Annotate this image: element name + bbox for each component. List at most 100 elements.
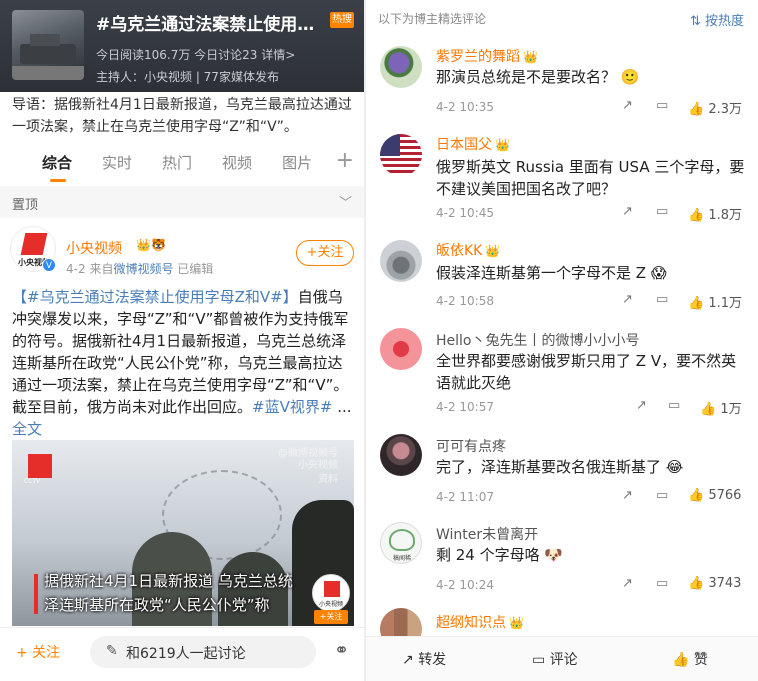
like-button[interactable]: 👍 1万 <box>700 398 742 417</box>
post-body: 【#乌克兰通过法案禁止使用字母Z和V#】自俄乌冲突爆发以来，字母“Z”和“V”都… <box>12 288 352 438</box>
thumbs-up-icon: 👍 <box>688 488 705 503</box>
share-icon[interactable]: ↗ <box>622 292 633 307</box>
avatar[interactable] <box>380 328 422 370</box>
avatar[interactable] <box>380 46 422 88</box>
comment-icon[interactable]: ▭ <box>656 576 668 591</box>
tab-realtime[interactable]: 实时 <box>102 152 132 173</box>
comment-date: 4-2 11:07 <box>436 490 494 504</box>
like-button[interactable]: 👍 赞 <box>672 649 708 669</box>
repost-button[interactable]: ↗ 转发 <box>402 649 446 669</box>
topic-stats[interactable]: 今日阅读106.7万 今日讨论23 详情> <box>96 46 295 63</box>
post-action-bar: ↗ 转发 ▭ 评论 👍 赞 <box>366 636 758 681</box>
topic-page-panel: #乌克兰通过法案禁止使用字母Z和V# 热搜 今日阅读106.7万 今日讨论23 … <box>0 0 364 681</box>
comment-text: 俄罗斯英文 Russia 里面有 USA 三个字母，要不建议美国把国名改了吧？ <box>436 158 745 198</box>
comment-author[interactable]: 紫罗兰的舞蹈 👑 <box>436 46 538 66</box>
thumbs-up-icon: 👍 <box>688 296 705 311</box>
like-button[interactable]: 👍 1.1万 <box>688 292 742 311</box>
poster-name[interactable]: 小央视频 <box>66 238 122 258</box>
video-channel-avatar[interactable]: 小央视频 <box>312 574 350 612</box>
like-button[interactable]: 👍 1.8万 <box>688 204 742 223</box>
tab-images[interactable]: 图片 <box>282 152 312 173</box>
like-button[interactable]: 👍 2.3万 <box>688 98 742 117</box>
topic-title: #乌克兰通过法案禁止使用字母Z和V# <box>96 15 328 35</box>
pinned-bar[interactable]: 置顶 ﹀ <box>0 186 364 218</box>
video-watermark-tag: 资料 <box>318 474 338 485</box>
video-follow-button[interactable]: +关注 <box>314 610 348 624</box>
avatar[interactable]: 稿闻稀 <box>380 522 422 564</box>
comment-author[interactable]: Hello丶兔先生丨的微博小小小号 <box>436 330 640 350</box>
comments-panel: 以下为博主精选评论 ⇅ 按热度 紫罗兰的舞蹈 👑 那演员总统是不是要改名？ 🙂 4… <box>366 0 758 681</box>
post-source-link[interactable]: 微博视频号 <box>113 262 173 276</box>
thumbs-up-icon: 👍 <box>688 576 705 591</box>
chevron-down-icon[interactable]: ﹀ <box>339 192 352 211</box>
share-icon[interactable]: ↗ <box>622 488 633 503</box>
follow-button[interactable]: +关注 <box>296 240 354 266</box>
comment-icon[interactable]: ▭ <box>656 98 668 113</box>
comment-date: 4-2 10:45 <box>436 206 494 220</box>
crown-icon: 👑 <box>495 138 510 152</box>
crown-icon: 👑 <box>485 244 501 258</box>
comment-text: 那演员总统是不是要改名？ 🙂 <box>436 68 640 86</box>
screenshot-root: #乌克兰通过法案禁止使用字母Z和V# 热搜 今日阅读106.7万 今日讨论23 … <box>0 0 758 681</box>
thumbs-up-icon: 👍 <box>688 208 705 223</box>
crown-icon: 👑 <box>509 616 524 630</box>
comment-text: 完了，泽连斯基要改名俄连斯基了 😂 <box>436 458 684 476</box>
share-icon[interactable]: ⚭ <box>334 640 349 661</box>
avatar[interactable] <box>380 240 422 282</box>
topic-header: #乌克兰通过法案禁止使用字母Z和V# 热搜 今日阅读106.7万 今日讨论23 … <box>0 0 364 92</box>
tab-video[interactable]: 视频 <box>222 152 252 173</box>
video-player[interactable]: CCTV @微博视频号 小央视频 资料 据俄新社4月1日最新报道 乌克兰总统 泽… <box>12 440 354 626</box>
sort-by-hot-button[interactable]: ⇅ 按热度 <box>690 10 744 29</box>
share-icon[interactable]: ↗ <box>636 398 647 413</box>
pencil-icon: ✎ <box>106 643 118 659</box>
like-button[interactable]: 👍 3743 <box>688 576 741 591</box>
topic-thumbnail[interactable] <box>12 10 84 80</box>
hot-badge: 热搜 <box>330 12 354 28</box>
comment-text: 剩 24 个字母咯 🐶 <box>436 546 564 564</box>
discussion-placeholder: 和6219人一起讨论 <box>126 646 246 662</box>
discussion-input[interactable]: ✎ 和6219人一起讨论 <box>90 636 316 668</box>
comment-date: 4-2 10:24 <box>436 578 494 592</box>
bottom-action-bar: + 关注 ✎ 和6219人一起讨论 ⚭ <box>0 627 364 681</box>
tab-all[interactable]: 综合 <box>42 152 72 182</box>
comment-date: 4-2 10:57 <box>436 400 494 414</box>
blue-v-hashtag-link[interactable]: #蓝V视界# <box>252 398 332 416</box>
comment-icon[interactable]: ▭ <box>656 204 668 219</box>
tab-hot[interactable]: 热门 <box>162 152 192 173</box>
comment-icon[interactable]: ▭ <box>668 398 680 413</box>
channel-logo <box>28 454 52 478</box>
comment-button[interactable]: ▭ 评论 <box>532 649 578 669</box>
video-watermark: @微博视频号 小央视频 <box>278 448 338 471</box>
comment-icon[interactable]: ▭ <box>656 488 668 503</box>
share-icon[interactable]: ↗ <box>622 576 633 591</box>
avatar[interactable] <box>380 134 422 176</box>
comment-author[interactable]: 皈依KK 👑 <box>436 240 500 260</box>
topic-tabs: 综合 实时 热门 视频 图片 <box>0 142 364 182</box>
bottom-follow-button[interactable]: + 关注 <box>16 642 60 662</box>
topic-intro: 导语：据俄新社4月1日最新报道，乌克兰最高拉达通过一项法案，禁止在乌克兰使用字母… <box>12 97 352 135</box>
comment-icon: ▭ <box>532 652 546 668</box>
crown-icon: 👑 <box>523 50 538 64</box>
avatar[interactable] <box>380 434 422 476</box>
thumbs-up-icon: 👍 <box>672 652 690 668</box>
share-icon[interactable]: ↗ <box>622 98 633 113</box>
comment-author[interactable]: 日本国父 👑 <box>436 134 510 154</box>
thumbs-up-icon: 👍 <box>688 102 705 117</box>
like-button[interactable]: 👍 5766 <box>688 488 741 503</box>
share-icon[interactable]: ↗ <box>622 204 633 219</box>
add-tab-icon[interactable]: + <box>336 148 354 173</box>
comment-date: 4-2 10:35 <box>436 100 494 114</box>
comment-icon[interactable]: ▭ <box>656 292 668 307</box>
comment-author[interactable]: Winter未曾离开 <box>436 524 538 544</box>
thumbs-up-icon: 👍 <box>700 402 717 417</box>
pinned-label: 置顶 <box>12 198 39 213</box>
comment-text: 假装泽连斯基第一个字母不是 Z 😱 <box>436 264 667 282</box>
full-text-link[interactable]: 全文 <box>12 420 42 438</box>
topic-hashtag-link[interactable]: 【#乌克兰通过法案禁止使用字母Z和V#】 <box>12 288 298 306</box>
share-icon: ↗ <box>402 652 414 668</box>
comments-header-label: 以下为博主精选评论 <box>378 12 487 26</box>
comment-author[interactable]: 超纲知识点 👑 <box>436 612 524 632</box>
verified-icon: V <box>42 258 56 272</box>
comment-author[interactable]: 可可有点疼 <box>436 436 506 456</box>
topic-host: 主持人：小央视频 | 77家媒体发布 <box>96 70 279 84</box>
